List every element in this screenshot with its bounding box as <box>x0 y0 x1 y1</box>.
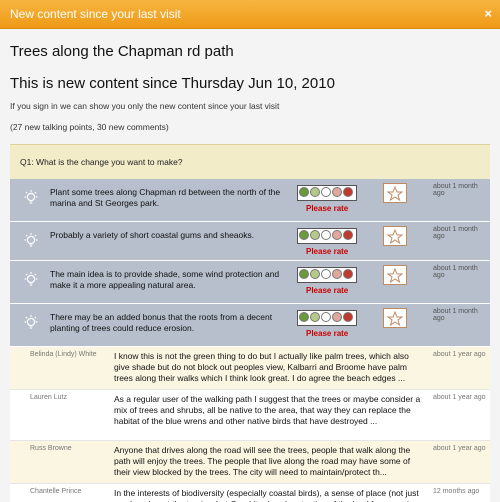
lightbulb-icon <box>22 189 40 207</box>
rating-widget[interactable]: Please rate <box>297 228 359 256</box>
comment-author[interactable]: Russ Browne <box>30 445 112 452</box>
comment-row[interactable]: Chantelle Prince In the interests of biod… <box>10 484 490 502</box>
rating-dots[interactable] <box>297 267 357 283</box>
close-icon[interactable]: × <box>484 0 492 28</box>
lightbulb-icon <box>22 314 40 332</box>
comment-text: In the interests of biodiversity (especi… <box>114 488 419 502</box>
rating-dots[interactable] <box>297 228 357 244</box>
rating-widget[interactable]: Please rate <box>297 185 359 213</box>
dialog-content: Trees along the Chapman rd path This is … <box>0 43 500 502</box>
proposal-text: Probably a variety of short coastal gums… <box>50 230 255 240</box>
comment-author[interactable]: Belinda (Lindy) White <box>30 351 112 358</box>
comment-text: As a regular user of the walking path I … <box>114 394 421 426</box>
comment-row[interactable]: Russ Browne Anyone that drives along the … <box>10 441 490 484</box>
proposal-text: Plant some trees along Chapman rd betwee… <box>50 187 281 208</box>
rating-dot[interactable] <box>299 187 309 197</box>
rating-dot[interactable] <box>321 230 331 240</box>
rating-dot[interactable] <box>343 187 353 197</box>
rating-widget[interactable]: Please rate <box>297 310 359 338</box>
signin-note: If you sign in we can show you only the … <box>10 101 280 111</box>
question-header: Q1: What is the change you want to make? <box>10 144 490 179</box>
please-rate-label: Please rate <box>306 247 349 256</box>
rating-dots[interactable] <box>297 185 357 201</box>
proposal-row[interactable]: Probably a variety of short coastal gums… <box>10 222 490 261</box>
comment-list: Belinda (Lindy) White I know this is not … <box>10 347 490 502</box>
comment-row[interactable]: Belinda (Lindy) White I know this is not … <box>10 347 490 390</box>
comment-author[interactable]: Lauren Lutz <box>30 394 112 401</box>
lightbulb-icon <box>22 232 40 250</box>
rating-dot[interactable] <box>310 312 320 322</box>
rating-dot[interactable] <box>310 230 320 240</box>
dialog-title: New content since your last visit <box>10 7 181 21</box>
rating-dot[interactable] <box>310 269 320 279</box>
rating-dot[interactable] <box>332 269 342 279</box>
proposal-row[interactable]: Plant some trees along Chapman rd betwee… <box>10 179 490 222</box>
comment-time: 12 months ago <box>433 488 480 495</box>
rating-dot[interactable] <box>332 312 342 322</box>
please-rate-label: Please rate <box>306 204 349 213</box>
comment-row[interactable]: Lauren Lutz As a regular user of the walk… <box>10 390 490 441</box>
please-rate-label: Please rate <box>306 286 349 295</box>
page-subtitle: This is new content since Thursday Jun 1… <box>10 75 335 92</box>
proposal-row[interactable]: There may be an added bonus that the roo… <box>10 304 490 347</box>
proposal-time: about 1 month ago <box>433 308 478 322</box>
star-icon[interactable] <box>383 183 407 203</box>
star-icon[interactable] <box>383 265 407 285</box>
please-rate-label: Please rate <box>306 329 349 338</box>
comment-author[interactable]: Chantelle Prince <box>30 488 112 495</box>
new-counts: (27 new talking points, 30 new comments) <box>10 122 169 132</box>
star-icon[interactable] <box>383 308 407 328</box>
comment-text: Anyone that drives along the road will s… <box>114 445 411 477</box>
star-icon[interactable] <box>383 226 407 246</box>
proposal-time: about 1 month ago <box>433 265 478 279</box>
rating-dot[interactable] <box>343 269 353 279</box>
lightbulb-icon <box>22 271 40 289</box>
rating-dot[interactable] <box>321 187 331 197</box>
comment-text: I know this is not the green thing to do… <box>114 351 409 383</box>
rating-dot[interactable] <box>310 187 320 197</box>
proposal-time: about 1 month ago <box>433 183 478 197</box>
proposal-text: The main idea is to provide shade, some … <box>50 269 280 290</box>
rating-dot[interactable] <box>299 269 309 279</box>
rating-dot[interactable] <box>343 312 353 322</box>
rating-dot[interactable] <box>299 312 309 322</box>
new-content-dialog: New content since your last visit × Tree… <box>0 0 500 502</box>
rating-widget[interactable]: Please rate <box>297 267 359 295</box>
comment-time: about 1 year ago <box>433 351 486 358</box>
rating-dot[interactable] <box>321 269 331 279</box>
rating-dot[interactable] <box>343 230 353 240</box>
proposal-time: about 1 month ago <box>433 226 478 240</box>
page-title: Trees along the Chapman rd path <box>10 43 234 60</box>
comment-time: about 1 year ago <box>433 394 486 401</box>
proposal-text: There may be an added bonus that the roo… <box>50 312 273 333</box>
rating-dot[interactable] <box>332 230 342 240</box>
rating-dot[interactable] <box>332 187 342 197</box>
proposal-list: Plant some trees along Chapman rd betwee… <box>10 179 490 347</box>
rating-dot[interactable] <box>321 312 331 322</box>
rating-dot[interactable] <box>299 230 309 240</box>
rating-dots[interactable] <box>297 310 357 326</box>
comment-time: about 1 year ago <box>433 445 486 452</box>
dialog-titlebar: New content since your last visit × <box>0 0 500 29</box>
proposal-row[interactable]: The main idea is to provide shade, some … <box>10 261 490 304</box>
